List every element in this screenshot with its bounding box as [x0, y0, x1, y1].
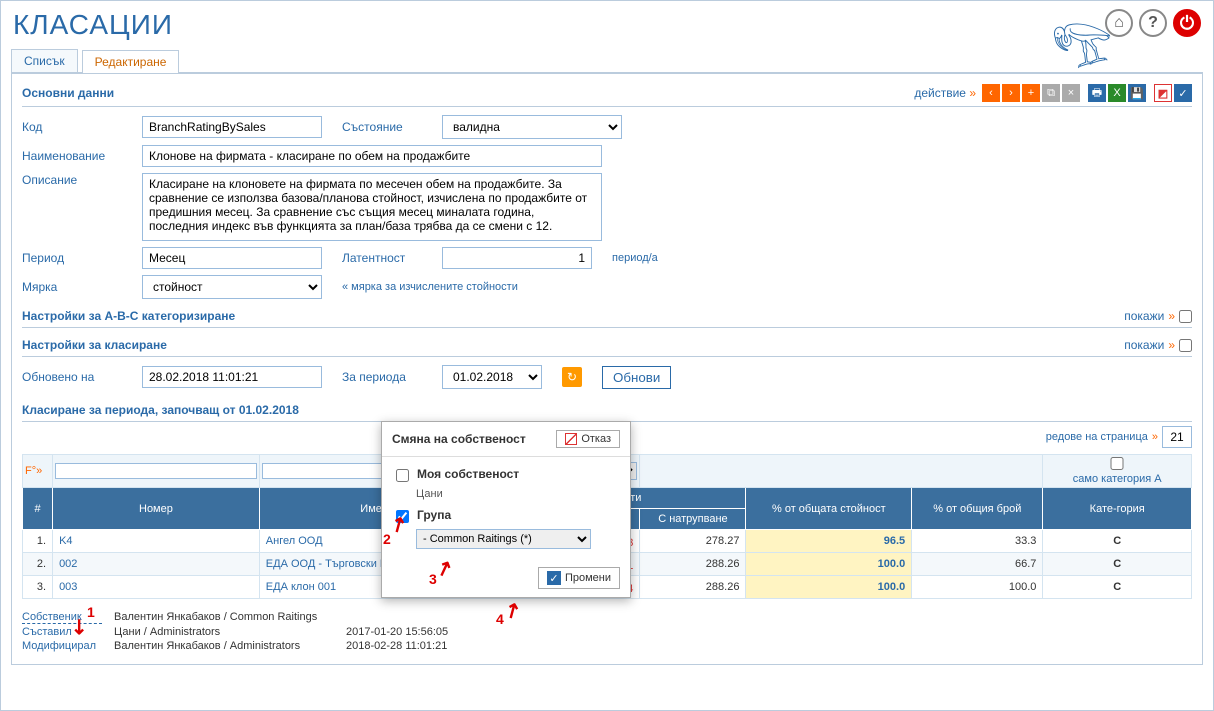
- modified-label: Модифицирал: [22, 640, 102, 652]
- col-nomer: Номер: [53, 488, 260, 530]
- refresh-button[interactable]: Обнови: [602, 366, 671, 389]
- group-checkbox[interactable]: [396, 510, 409, 523]
- only-cat-a-label: само категория A: [1073, 473, 1162, 485]
- cell-idx: 3.: [23, 576, 53, 599]
- col-index: #: [23, 488, 53, 530]
- cell-pctval: 100.0: [746, 553, 912, 576]
- mine-checkbox[interactable]: [396, 469, 409, 482]
- copy-icon[interactable]: ⧉: [1042, 84, 1060, 102]
- cell-accum: 288.26: [640, 553, 746, 576]
- nav-next-icon[interactable]: ›: [1002, 84, 1020, 102]
- rank-checkbox[interactable]: [1179, 339, 1192, 352]
- for-period-label: За периода: [342, 370, 422, 384]
- measure-label: Мярка: [22, 280, 122, 294]
- cell-cat: C: [1043, 553, 1192, 576]
- desc-textarea[interactable]: [142, 173, 602, 241]
- cell-cat: C: [1043, 530, 1192, 553]
- print-icon[interactable]: 🖶: [1088, 84, 1106, 102]
- only-cat-a-checkbox[interactable]: [1045, 457, 1189, 470]
- name-input[interactable]: [142, 145, 602, 167]
- rank-show-toggle[interactable]: покажи »: [1124, 338, 1192, 352]
- add-icon[interactable]: +: [1022, 84, 1040, 102]
- for-period-select[interactable]: 01.02.2018: [442, 365, 542, 389]
- tab-edit[interactable]: Редактиране: [82, 50, 180, 73]
- rows-per-page-label: редове на страница: [1046, 431, 1148, 443]
- col-pct-val: % от общата стойност: [746, 488, 912, 530]
- cancel-icon[interactable]: ◩: [1154, 84, 1172, 102]
- cell-nomer[interactable]: 003: [53, 576, 260, 599]
- name-label: Наименование: [22, 149, 122, 163]
- cell-pctcnt: 100.0: [912, 576, 1043, 599]
- state-select[interactable]: валидна: [442, 115, 622, 139]
- cell-idx: 1.: [23, 530, 53, 553]
- power-icon[interactable]: ⏻: [1173, 9, 1201, 37]
- nav-prev-icon[interactable]: ‹: [982, 84, 1000, 102]
- abc-settings-title: Настройки за A-B-C категоризиране: [22, 309, 235, 323]
- code-input[interactable]: [142, 116, 322, 138]
- refresh-icon[interactable]: ↻: [562, 367, 582, 387]
- group-select[interactable]: - Common Raitings (*): [416, 529, 591, 549]
- cell-cat: C: [1043, 576, 1192, 599]
- cancel-icon: [565, 433, 577, 445]
- modified-value: Валентин Янкабаков / Administrators: [114, 640, 334, 652]
- apply-button[interactable]: ✓Промени: [538, 567, 620, 589]
- action-menu-link[interactable]: действие »: [914, 86, 976, 100]
- code-label: Код: [22, 120, 122, 134]
- created-label: Съставил: [22, 626, 102, 638]
- latency-unit: период/а: [612, 252, 658, 264]
- modified-date: 2018-02-28 11:01:21: [346, 640, 447, 652]
- updated-on-input[interactable]: [142, 366, 322, 388]
- group-label: Група: [417, 508, 451, 522]
- desc-label: Описание: [22, 173, 122, 187]
- save-icon[interactable]: 💾: [1128, 84, 1146, 102]
- dialog-title: Смяна на собственост: [392, 432, 526, 446]
- help-icon[interactable]: ?: [1139, 9, 1167, 37]
- excel-icon[interactable]: X: [1108, 84, 1126, 102]
- state-label: Състояние: [342, 120, 422, 134]
- cell-pctcnt: 33.3: [912, 530, 1043, 553]
- col-cat: Кате-гория: [1043, 488, 1192, 530]
- period-input[interactable]: [142, 247, 322, 269]
- cell-accum: 278.27: [640, 530, 746, 553]
- confirm-icon[interactable]: ✓: [1174, 84, 1192, 102]
- section-main-title: Основни данни: [22, 86, 114, 100]
- cell-pctval: 96.5: [746, 530, 912, 553]
- page-title: КЛАСАЦИИ: [13, 9, 173, 41]
- rank-settings-title: Настройки за класиране: [22, 338, 167, 352]
- check-icon: ✓: [547, 571, 561, 585]
- col-pct-cnt: % от общия брой: [912, 488, 1043, 530]
- owner-value: Валентин Янкабаков / Common Raitings: [114, 611, 317, 624]
- mine-subtext: Цани: [416, 488, 616, 500]
- created-date: 2017-01-20 15:56:05: [346, 626, 448, 638]
- col-accum: С натрупване: [640, 509, 746, 530]
- filter-nomer[interactable]: [55, 463, 257, 479]
- measure-note: « мярка за изчислените стойности: [342, 281, 518, 293]
- tab-list[interactable]: Списък: [11, 49, 78, 72]
- action-toolbar: действие » ‹ › + ⧉ × 🖶 X 💾 ◩ ✓: [914, 84, 1192, 102]
- latency-input[interactable]: [442, 247, 592, 269]
- updated-on-label: Обновено на: [22, 370, 122, 384]
- latency-label: Латентност: [342, 251, 422, 265]
- created-value: Цани / Administrators: [114, 626, 334, 638]
- measure-select[interactable]: стойност: [142, 275, 322, 299]
- period-label: Период: [22, 251, 122, 265]
- cell-pctcnt: 66.7: [912, 553, 1043, 576]
- cell-nomer[interactable]: K4: [53, 530, 260, 553]
- change-owner-dialog: Смяна на собственост Отказ Моя собствено…: [381, 421, 631, 598]
- rows-per-page-input[interactable]: [1162, 426, 1192, 448]
- abc-show-toggle[interactable]: покажи »: [1124, 309, 1192, 323]
- mine-label: Моя собственост: [417, 467, 519, 481]
- cell-accum: 288.26: [640, 576, 746, 599]
- cancel-button[interactable]: Отказ: [556, 430, 620, 448]
- cell-nomer[interactable]: 002: [53, 553, 260, 576]
- abc-checkbox[interactable]: [1179, 310, 1192, 323]
- filter-tag[interactable]: F°»: [23, 455, 53, 488]
- cell-idx: 2.: [23, 553, 53, 576]
- cell-pctval: 100.0: [746, 576, 912, 599]
- owner-link[interactable]: Собственик: [22, 611, 102, 624]
- ranking-title: Класиране за периода, започващ от 01.02.…: [22, 403, 1192, 422]
